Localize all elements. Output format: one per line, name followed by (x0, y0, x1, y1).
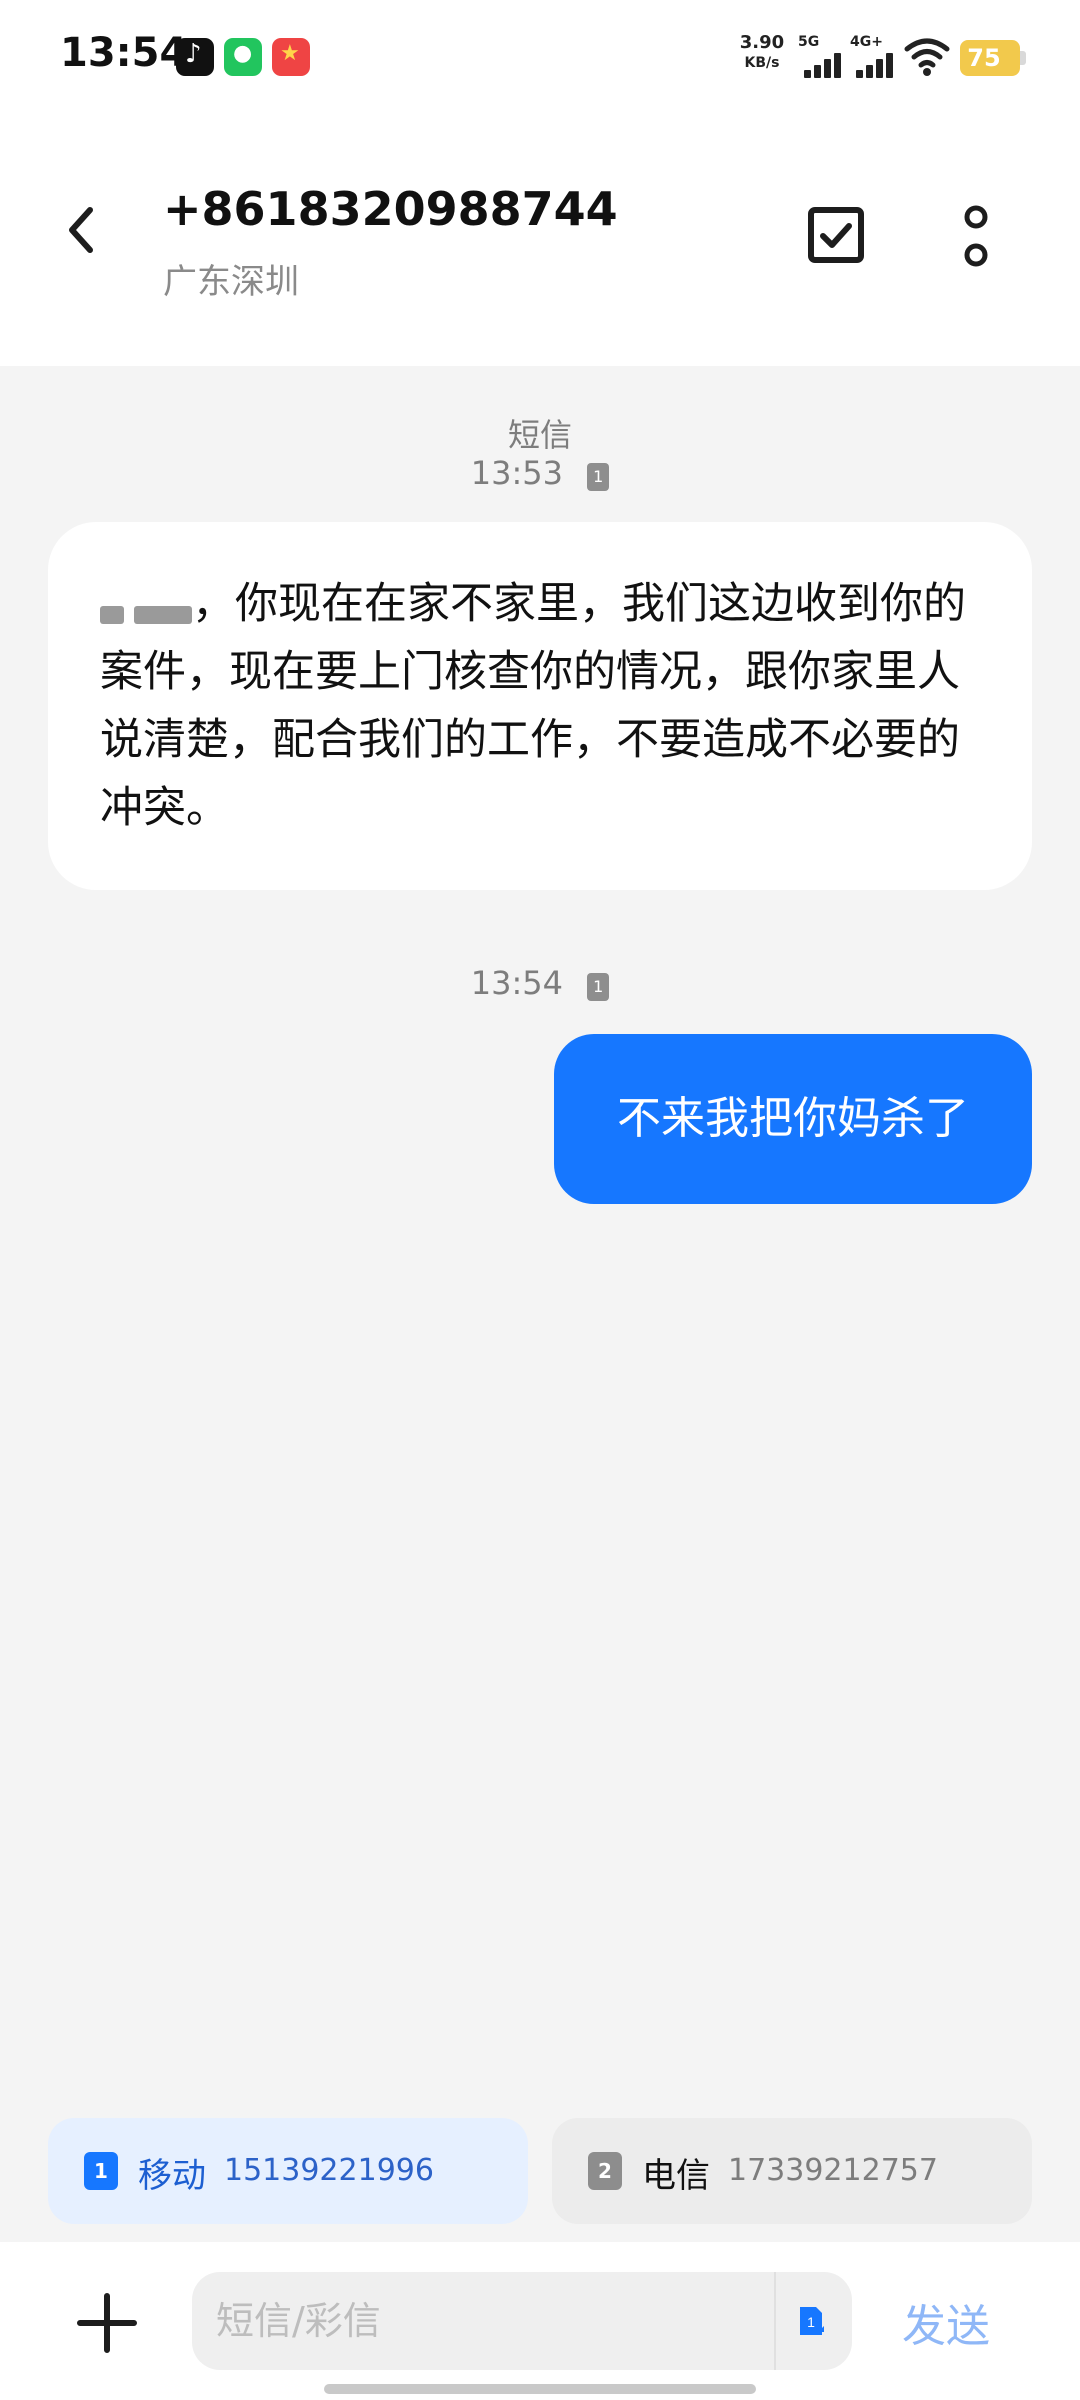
incoming-message-text: ，你现在在家不家里，我们这边收到你的案件，现在要上门核查你的情况，跟你家里人说清… (100, 579, 966, 833)
message-input[interactable] (192, 2272, 768, 2370)
sim-1-icon: 1 (84, 2152, 118, 2190)
signal-bars (804, 52, 844, 78)
chevron-left-icon[interactable] (52, 200, 112, 260)
send-button[interactable]: 发送 (902, 2290, 1022, 2352)
signal-bar (866, 65, 873, 78)
sms-conversation-screen: 13:54 3.90 KB/s 5G 4G+ (0, 0, 1080, 2400)
message-type-label: 短信 (507, 416, 572, 454)
signal-5g-label: 5G (798, 34, 820, 50)
signal-bars (856, 52, 896, 78)
sim-phone-number: 15139221996 (224, 2153, 434, 2188)
redacted-name-part (100, 606, 124, 624)
signal-bar (876, 59, 883, 78)
message-input-container: 1 (192, 2272, 852, 2370)
signal-4g-icon: 4G+ (850, 34, 898, 78)
signal-bar (834, 53, 841, 78)
signal-4g-label: 4G+ (850, 34, 883, 50)
message-timestamp: 13:53 1 (0, 454, 1080, 492)
wifi-icon (904, 38, 950, 76)
signal-5g-icon: 5G (798, 34, 846, 78)
sim-indicator-icon: 1 (587, 973, 610, 1001)
status-bar: 13:54 3.90 KB/s 5G 4G+ (0, 0, 1080, 110)
signal-bar (804, 70, 811, 78)
signal-bar (814, 65, 821, 78)
contact-location: 广东深圳 (163, 262, 299, 302)
message-thread[interactable]: 短信 13:53 1 ，你现在在家不家里，我们这边收到你的案件，现在要上门核查你… (0, 366, 1080, 2092)
more-vertical-icon[interactable] (956, 205, 996, 271)
plus-icon[interactable] (74, 2290, 140, 2356)
network-speed-value: 3.90 (739, 32, 785, 53)
outgoing-message-bubble[interactable]: 不来我把你妈杀了 (554, 1034, 1032, 1204)
message-composer: 1 发送 (0, 2242, 1080, 2400)
game-icon (272, 38, 310, 76)
signal-bar (824, 59, 831, 78)
sim-indicator-icon: 1 (587, 463, 610, 491)
message-timestamp: 13:54 1 (0, 964, 1080, 1002)
home-indicator[interactable] (324, 2384, 756, 2394)
sim-switch-icon[interactable]: 1 (796, 2304, 826, 2338)
sim-option-telecom[interactable]: 2 电信 17339212757 (552, 2118, 1032, 2224)
signal-bar (886, 53, 893, 78)
sim-phone-number: 17339212757 (728, 2153, 938, 2188)
status-time: 13:54 (60, 30, 188, 76)
sim-carrier-name: 电信 (642, 2156, 710, 2196)
signal-bar (856, 70, 863, 78)
sim-2-icon: 2 (588, 2152, 622, 2190)
redacted-name-part (134, 606, 192, 624)
outgoing-message-text: 不来我把你妈杀了 (617, 1093, 969, 1144)
sim-carrier-name: 移动 (138, 2156, 206, 2196)
timestamp-text: 13:53 (470, 454, 564, 492)
timestamp-text: 13:54 (470, 964, 564, 1002)
conversation-header: +8618320988744 广东深圳 (0, 110, 1080, 366)
incoming-message-bubble[interactable]: ，你现在在家不家里，我们这边收到你的案件，现在要上门核查你的情况，跟你家里人说清… (48, 522, 1032, 890)
network-speed: 3.90 KB/s (734, 32, 790, 71)
svg-text:1: 1 (807, 2314, 815, 2330)
checkbox-icon[interactable] (806, 205, 866, 265)
network-speed-unit: KB/s (744, 55, 780, 71)
contact-number: +8618320988744 (163, 182, 618, 236)
sim-selector: 1 移动 15139221996 2 电信 17339212757 (0, 2092, 1080, 2242)
wechat-icon (224, 38, 262, 76)
input-divider (774, 2272, 776, 2370)
battery-icon: 75 (960, 40, 1026, 76)
battery-level: 75 (967, 44, 1001, 72)
douyin-icon (176, 38, 214, 76)
sim-option-mobile[interactable]: 1 移动 15139221996 (48, 2118, 528, 2224)
